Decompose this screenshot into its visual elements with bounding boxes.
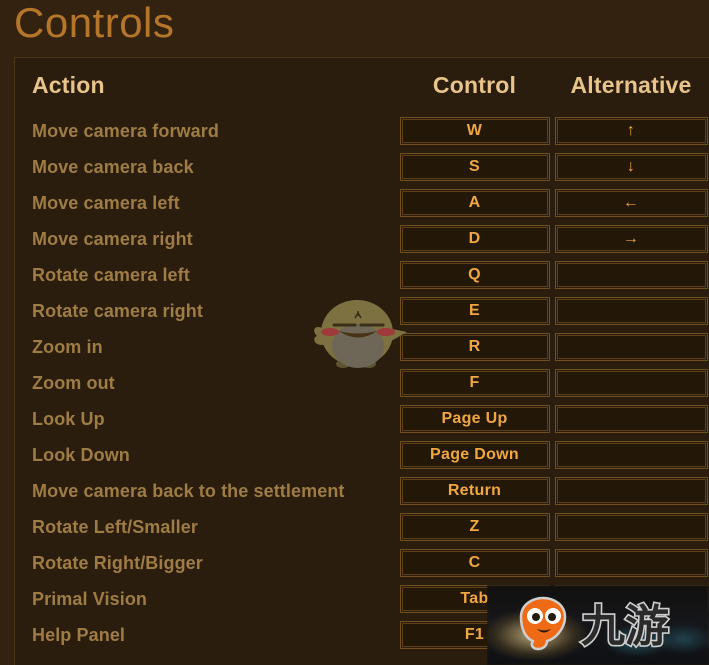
controls-panel: Action Control Alternative Move camera f…	[14, 57, 709, 665]
alternative-key-button[interactable]	[554, 333, 708, 361]
control-key-button[interactable]: Tab	[399, 585, 550, 613]
controls-table: Action Control Alternative Move camera f…	[15, 58, 709, 653]
action-label: Move camera back to the settlement	[32, 480, 345, 501]
action-label: Rotate Right/Bigger	[32, 552, 203, 573]
table-row: Rotate camera left Q	[15, 257, 709, 293]
action-label: Help Panel	[32, 624, 126, 645]
alternative-key-cell[interactable]: ↓	[552, 149, 709, 185]
control-key-cell[interactable]: E	[397, 293, 552, 329]
alternative-key-cell[interactable]: ←	[552, 185, 709, 221]
alternative-key-cell[interactable]	[552, 581, 709, 617]
column-header-action: Action	[32, 72, 105, 98]
control-key-cell[interactable]: R	[397, 329, 552, 365]
column-header-alternative: Alternative	[570, 72, 692, 98]
action-label: Zoom in	[32, 336, 103, 357]
table-row: Move camera right D →	[15, 221, 709, 257]
action-label: Move camera right	[32, 228, 193, 249]
alternative-key-cell[interactable]: →	[552, 221, 709, 257]
alternative-key-cell[interactable]	[552, 257, 709, 293]
control-key-cell[interactable]: Q	[397, 257, 552, 293]
control-key-cell[interactable]: Page Up	[397, 401, 552, 437]
control-key-cell[interactable]: F1	[397, 617, 552, 653]
control-key-cell[interactable]: A	[397, 185, 552, 221]
column-header-control: Control	[432, 72, 517, 98]
table-body: Move camera forward W ↑ Move camera back S ↓ M…	[15, 113, 709, 653]
control-key-button[interactable]: Page Down	[399, 441, 550, 469]
control-key-cell[interactable]: W	[397, 113, 552, 149]
alternative-key-cell[interactable]	[552, 401, 709, 437]
alternative-key-cell[interactable]	[552, 509, 709, 545]
alternative-key-button[interactable]	[554, 261, 708, 289]
control-key-button[interactable]: D	[399, 225, 550, 253]
control-key-cell[interactable]: Return	[397, 473, 552, 509]
action-label: Rotate camera right	[32, 300, 203, 321]
page-title: Controls	[14, 0, 175, 46]
control-key-cell[interactable]: S	[397, 149, 552, 185]
alternative-key-button[interactable]: ←	[554, 189, 708, 217]
control-key-cell[interactable]: F	[397, 365, 552, 401]
table-header-row: Action Control Alternative	[15, 58, 709, 113]
action-label: Move camera left	[32, 192, 180, 213]
control-key-button[interactable]: F1	[399, 621, 550, 649]
alternative-key-cell[interactable]	[552, 365, 709, 401]
alternative-key-button[interactable]	[554, 369, 708, 397]
control-key-button[interactable]: Q	[399, 261, 550, 289]
table-row: Move camera back S ↓	[15, 149, 709, 185]
action-label: Move camera back	[32, 156, 194, 177]
action-label: Rotate camera left	[32, 264, 190, 285]
alternative-key-cell[interactable]	[552, 473, 709, 509]
alternative-key-cell[interactable]	[552, 437, 709, 473]
table-row: Zoom out F	[15, 365, 709, 401]
table-row: Move camera back to the settlement Return	[15, 473, 709, 509]
table-row: Zoom in R	[15, 329, 709, 365]
control-key-button[interactable]: Return	[399, 477, 550, 505]
control-key-button[interactable]: Z	[399, 513, 550, 541]
alternative-key-button[interactable]	[554, 477, 708, 505]
alternative-key-button[interactable]	[554, 621, 708, 649]
table-header: Action Control Alternative	[15, 58, 709, 113]
control-key-cell[interactable]: C	[397, 545, 552, 581]
control-key-button[interactable]: Page Up	[399, 405, 550, 433]
alternative-key-cell[interactable]	[552, 617, 709, 653]
control-key-button[interactable]: F	[399, 369, 550, 397]
alternative-key-button[interactable]: ↓	[554, 153, 708, 181]
action-label: Move camera forward	[32, 120, 219, 141]
alternative-key-button[interactable]	[554, 513, 708, 541]
table-row: Rotate camera right E	[15, 293, 709, 329]
table-row: Move camera forward W ↑	[15, 113, 709, 149]
alternative-key-button[interactable]	[554, 405, 708, 433]
table-row: Move camera left A ←	[15, 185, 709, 221]
alternative-key-cell[interactable]	[552, 329, 709, 365]
alternative-key-button[interactable]	[554, 441, 708, 469]
table-row: Look Up Page Up	[15, 401, 709, 437]
control-key-button[interactable]: R	[399, 333, 550, 361]
control-key-cell[interactable]: Tab	[397, 581, 552, 617]
alternative-key-button[interactable]	[554, 549, 708, 577]
action-label: Primal Vision	[32, 588, 148, 609]
control-key-cell[interactable]: D	[397, 221, 552, 257]
alternative-key-button[interactable]	[554, 297, 708, 325]
alternative-key-cell[interactable]	[552, 293, 709, 329]
table-row: Rotate Right/Bigger C	[15, 545, 709, 581]
action-label: Rotate Left/Smaller	[32, 516, 198, 537]
alternative-key-button[interactable]: →	[554, 225, 708, 253]
table-row: Help Panel F1	[15, 617, 709, 653]
control-key-cell[interactable]: Z	[397, 509, 552, 545]
control-key-button[interactable]: E	[399, 297, 550, 325]
control-key-button[interactable]: W	[399, 117, 550, 145]
alternative-key-button[interactable]: ↑	[554, 117, 708, 145]
control-key-cell[interactable]: Page Down	[397, 437, 552, 473]
action-label: Look Up	[32, 408, 105, 429]
alternative-key-cell[interactable]	[552, 545, 709, 581]
table-row: Rotate Left/Smaller Z	[15, 509, 709, 545]
table-row: Look Down Page Down	[15, 437, 709, 473]
control-key-button[interactable]: C	[399, 549, 550, 577]
action-label: Zoom out	[32, 372, 115, 393]
control-key-button[interactable]: S	[399, 153, 550, 181]
alternative-key-cell[interactable]: ↑	[552, 113, 709, 149]
action-label: Look Down	[32, 444, 130, 465]
table-row: Primal Vision Tab	[15, 581, 709, 617]
alternative-key-button[interactable]	[554, 585, 708, 613]
control-key-button[interactable]: A	[399, 189, 550, 217]
